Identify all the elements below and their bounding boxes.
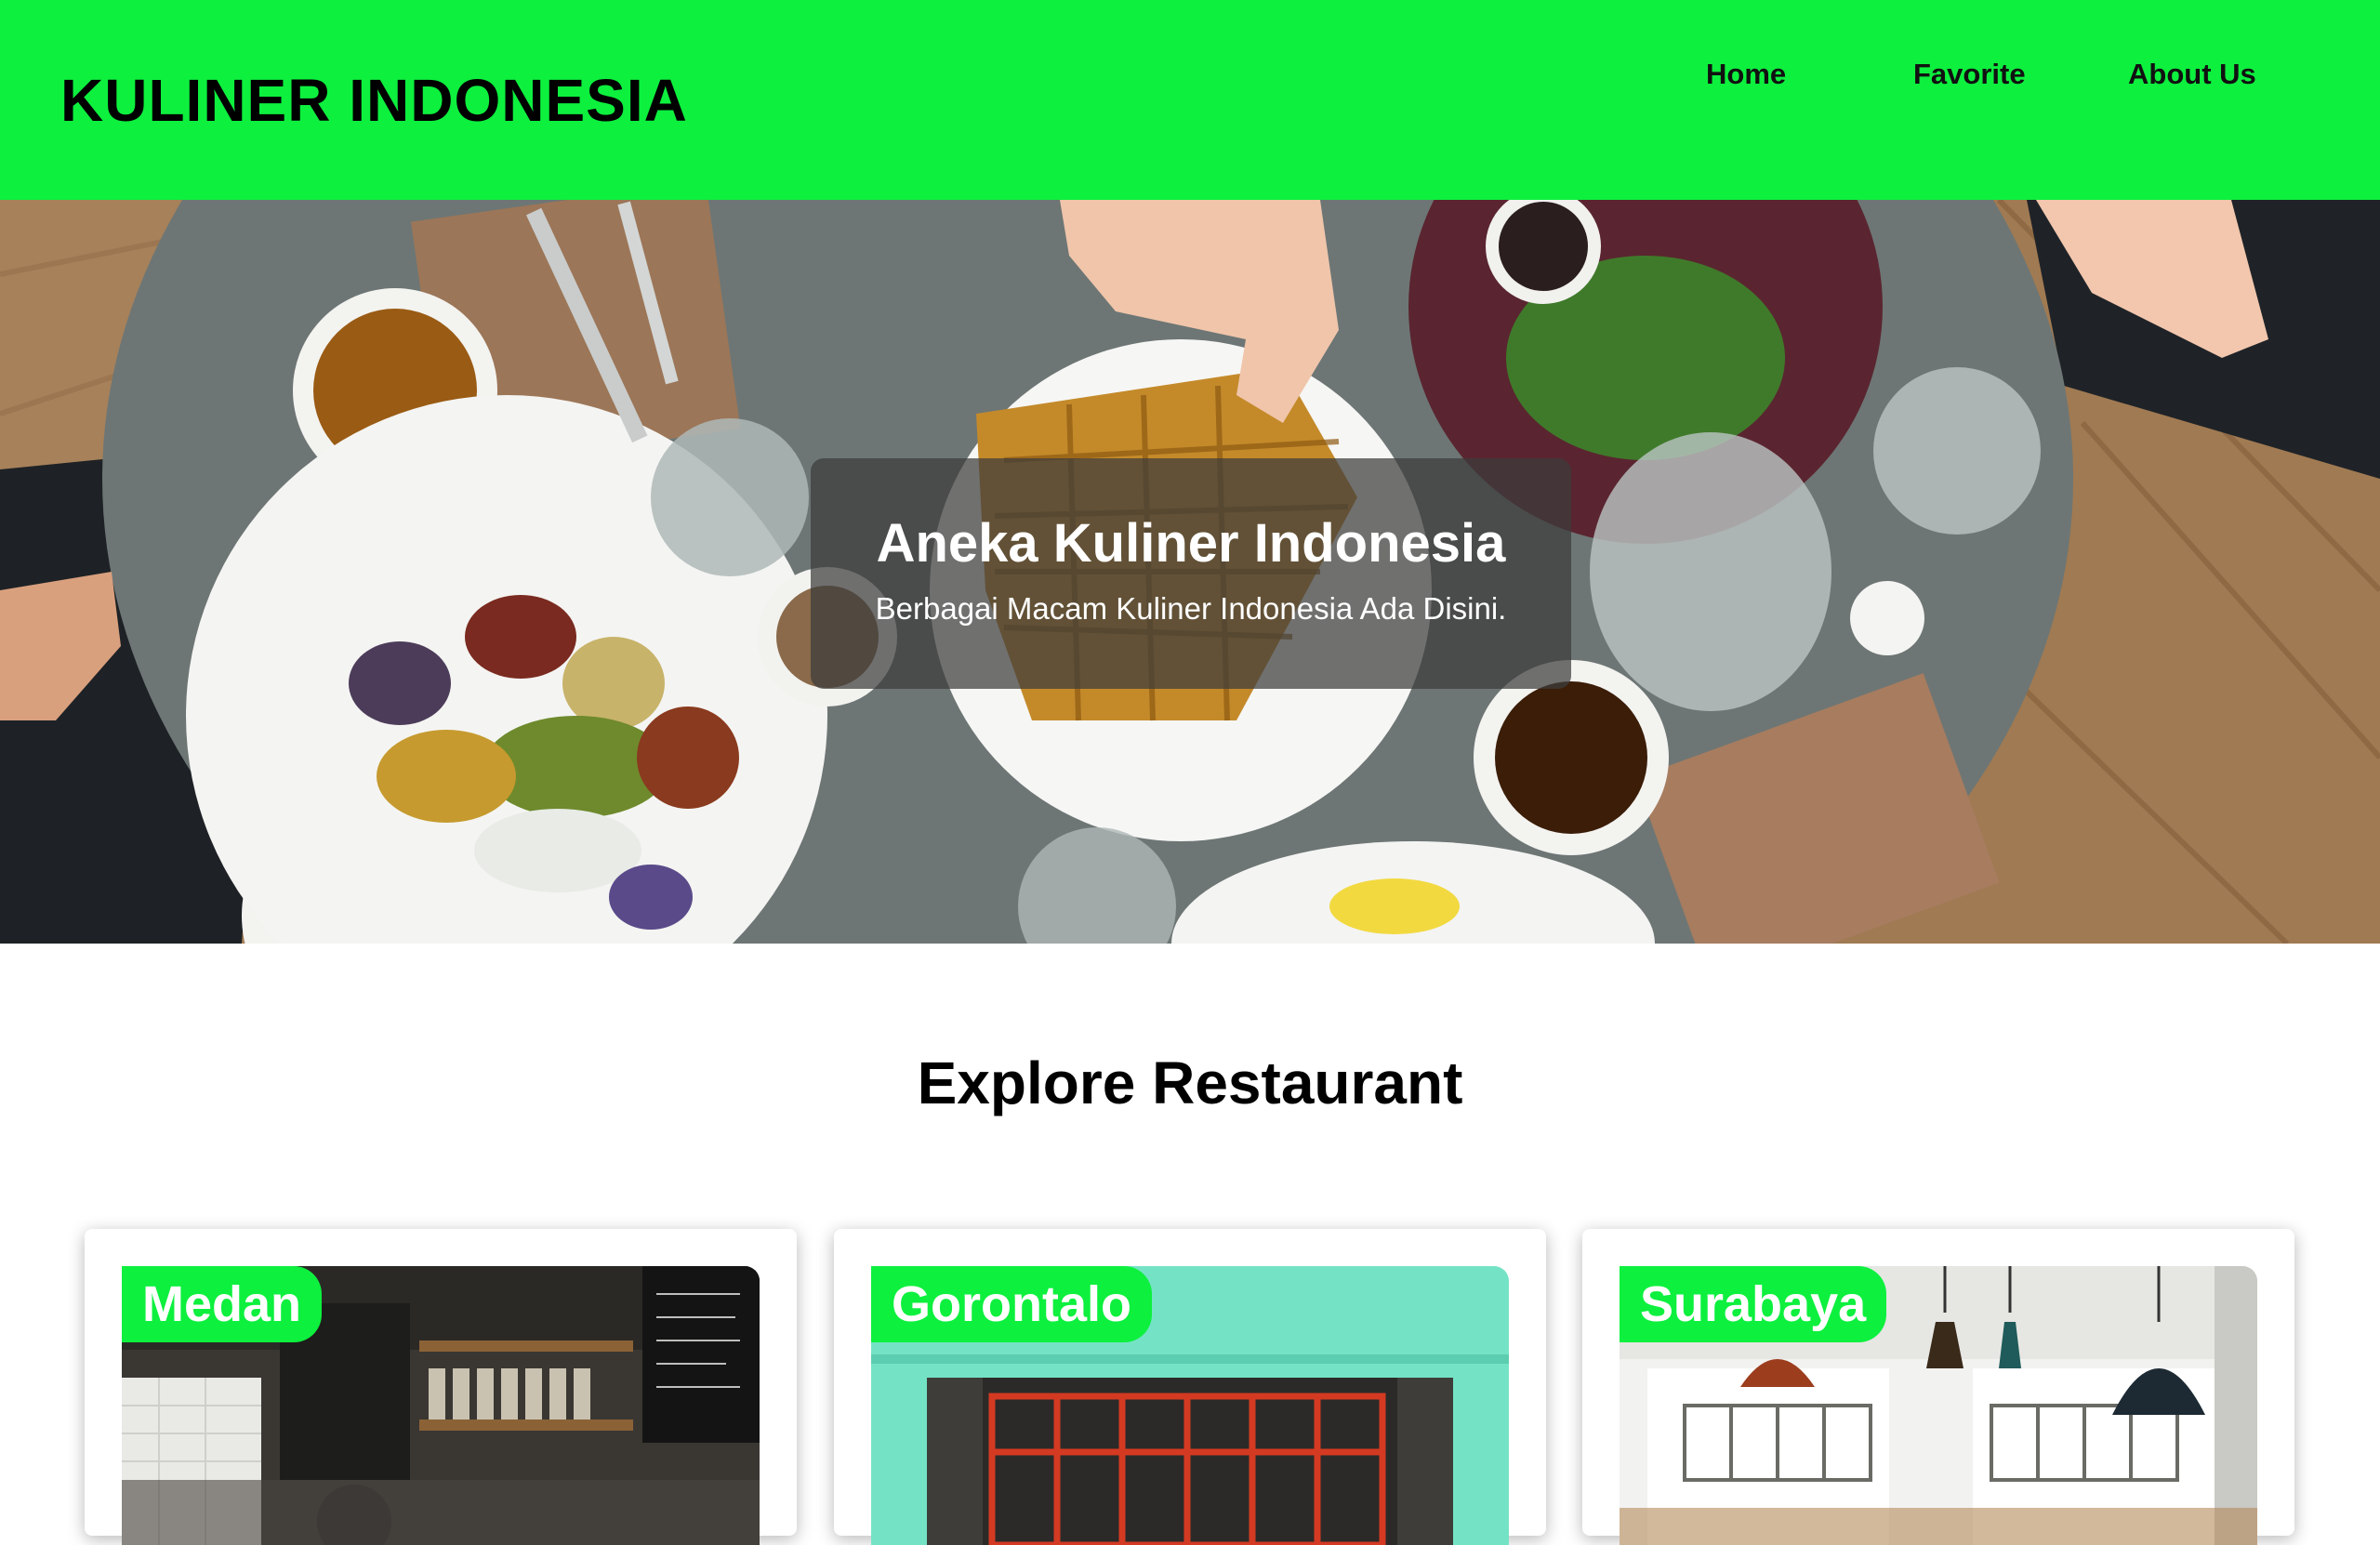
restaurant-card[interactable]: Medan	[85, 1229, 797, 1545]
nav-link-home[interactable]: Home	[1706, 51, 1786, 98]
app-title[interactable]: KULINER INDONESIA	[60, 65, 688, 136]
city-badge: Medan	[122, 1266, 323, 1342]
nav-item-favorite: Favorite	[1913, 51, 2026, 98]
city-badge: Gorontalo	[871, 1266, 1152, 1342]
nav-link-favorite[interactable]: Favorite	[1913, 51, 2026, 98]
main-nav: Home Favorite About Us	[1580, 51, 2324, 98]
restaurant-card[interactable]: Gorontalo	[834, 1229, 1546, 1545]
city-badge: Surabaya	[1620, 1266, 1887, 1342]
explore-heading: Explore Restaurant	[917, 1050, 1463, 1116]
hero-subtitle: Berbagai Macam Kuliner Indonesia Ada Dis…	[875, 591, 1507, 626]
hero-title: Aneka Kuliner Indonesia	[876, 513, 1506, 574]
hero-caption: Aneka Kuliner Indonesia Berbagai Macam K…	[811, 458, 1571, 689]
restaurant-card[interactable]: Surabaya	[1582, 1229, 2294, 1545]
nav-link-about-us[interactable]: About Us	[2128, 51, 2256, 98]
app-bar: KULINER INDONESIA Home Favorite About Us	[0, 0, 2380, 200]
nav-item-home: Home	[1706, 51, 1786, 98]
nav-item-about-us: About Us	[2128, 51, 2256, 98]
hero: Aneka Kuliner Indonesia Berbagai Macam K…	[0, 200, 2380, 944]
